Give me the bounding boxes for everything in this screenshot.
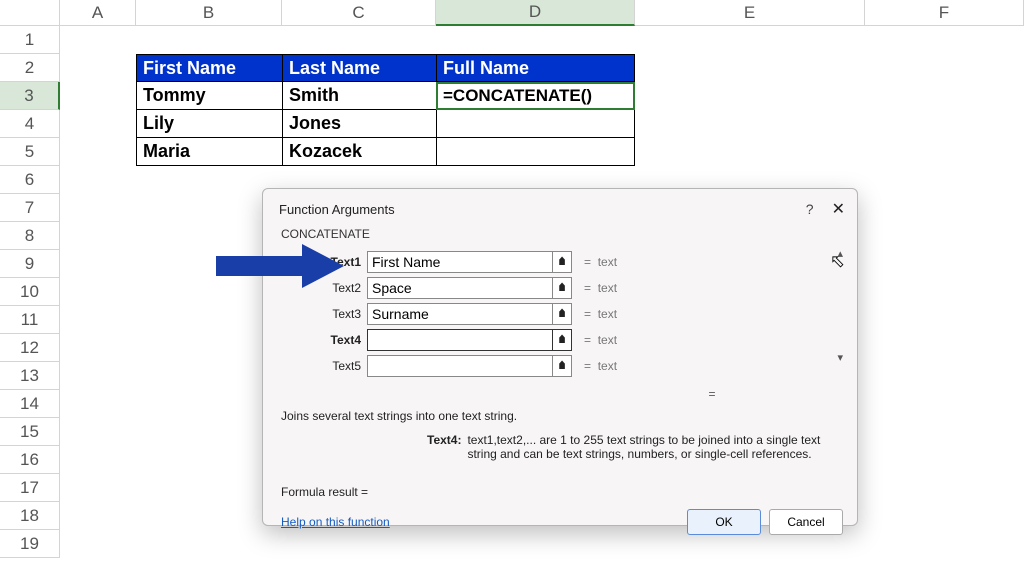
row-head-11[interactable]: 11 — [0, 306, 60, 334]
arg-label-text1: Text1 — [277, 255, 367, 269]
cell-d3-active[interactable]: =CONCATENATE() — [436, 82, 635, 110]
range-selector-icon[interactable]: 🠵 — [552, 355, 572, 377]
cell-b4[interactable]: Lily — [136, 110, 282, 138]
cell-c5[interactable]: Kozacek — [282, 138, 436, 166]
arg-preview-text4: = text — [584, 333, 617, 347]
argument-list: Text1 🠵 = text Text2 🠵 = text Text3 🠵 = … — [263, 245, 857, 383]
arg-preview-text2: = text — [584, 281, 617, 295]
function-arguments-dialog: Function Arguments ? ✕ CONCATENATE Text1… — [262, 188, 858, 526]
range-selector-icon[interactable]: 🠵 — [552, 329, 572, 351]
result-preview-equals: = — [263, 383, 857, 409]
cell-b5[interactable]: Maria — [136, 138, 282, 166]
arg-preview-text3: = text — [584, 307, 617, 321]
arg-input-text4[interactable] — [367, 329, 553, 351]
dialog-title: Function Arguments — [279, 202, 395, 217]
function-description: Joins several text strings into one text… — [263, 409, 857, 431]
arg-preview-text1: = text — [584, 255, 617, 269]
close-icon[interactable]: ✕ — [832, 199, 845, 219]
row-head-7[interactable]: 7 — [0, 194, 60, 222]
cell-c3[interactable]: Smith — [282, 82, 436, 110]
row-head-6[interactable]: 6 — [0, 166, 60, 194]
col-head-c[interactable]: C — [282, 0, 436, 26]
header-first-name[interactable]: First Name — [136, 54, 282, 82]
cancel-button[interactable]: Cancel — [769, 509, 843, 535]
row-head-9[interactable]: 9 — [0, 250, 60, 278]
arg-input-text3[interactable] — [367, 303, 553, 325]
row-head-8[interactable]: 8 — [0, 222, 60, 250]
row-head-5[interactable]: 5 — [0, 138, 60, 166]
row-head-16[interactable]: 16 — [0, 446, 60, 474]
arg-preview-text5: = text — [584, 359, 617, 373]
parameter-help: Text4: text1,text2,... are 1 to 255 text… — [263, 431, 857, 471]
row-head-10[interactable]: 10 — [0, 278, 60, 306]
cell-d5[interactable] — [436, 138, 635, 166]
arg-input-text2[interactable] — [367, 277, 553, 299]
col-head-d[interactable]: D — [436, 0, 635, 26]
arg-input-text5[interactable] — [367, 355, 553, 377]
row-head-1[interactable]: 1 — [0, 26, 60, 54]
row-head-15[interactable]: 15 — [0, 418, 60, 446]
scroll-down-icon[interactable]: ▾ — [837, 351, 843, 364]
header-full-name[interactable]: Full Name — [436, 54, 635, 82]
range-selector-icon[interactable]: 🠵 — [552, 277, 572, 299]
cell-b3[interactable]: Tommy — [136, 82, 282, 110]
col-head-e[interactable]: E — [635, 0, 865, 26]
col-head-b[interactable]: B — [136, 0, 282, 26]
row-head-14[interactable]: 14 — [0, 390, 60, 418]
range-selector-icon[interactable]: 🠵 — [552, 251, 572, 273]
help-on-function-link[interactable]: Help on this function — [281, 515, 390, 529]
arg-input-text1[interactable] — [367, 251, 553, 273]
formula-result-label: Formula result = — [263, 471, 857, 505]
help-icon[interactable]: ? — [806, 201, 814, 217]
row-head-12[interactable]: 12 — [0, 334, 60, 362]
grid-corner — [0, 0, 60, 26]
arg-label-text4: Text4 — [277, 333, 367, 347]
function-name-label: CONCATENATE — [263, 223, 857, 245]
arg-label-text3: Text3 — [277, 307, 367, 321]
cell-d4[interactable] — [436, 110, 635, 138]
col-head-a[interactable]: A — [60, 0, 136, 26]
ok-button[interactable]: OK — [687, 509, 761, 535]
header-last-name[interactable]: Last Name — [282, 54, 436, 82]
row-head-4[interactable]: 4 — [0, 110, 60, 138]
arg-label-text2: Text2 — [277, 281, 367, 295]
range-selector-icon[interactable]: 🠵 — [552, 303, 572, 325]
row-head-17[interactable]: 17 — [0, 474, 60, 502]
arg-label-text5: Text5 — [277, 359, 367, 373]
row-head-3[interactable]: 3 — [0, 82, 60, 110]
row-head-18[interactable]: 18 — [0, 502, 60, 530]
scroll-up-icon[interactable]: ▴ — [837, 247, 843, 260]
col-head-f[interactable]: F — [865, 0, 1024, 26]
row-head-13[interactable]: 13 — [0, 362, 60, 390]
row-head-2[interactable]: 2 — [0, 54, 60, 82]
cell-c4[interactable]: Jones — [282, 110, 436, 138]
row-head-19[interactable]: 19 — [0, 530, 60, 558]
